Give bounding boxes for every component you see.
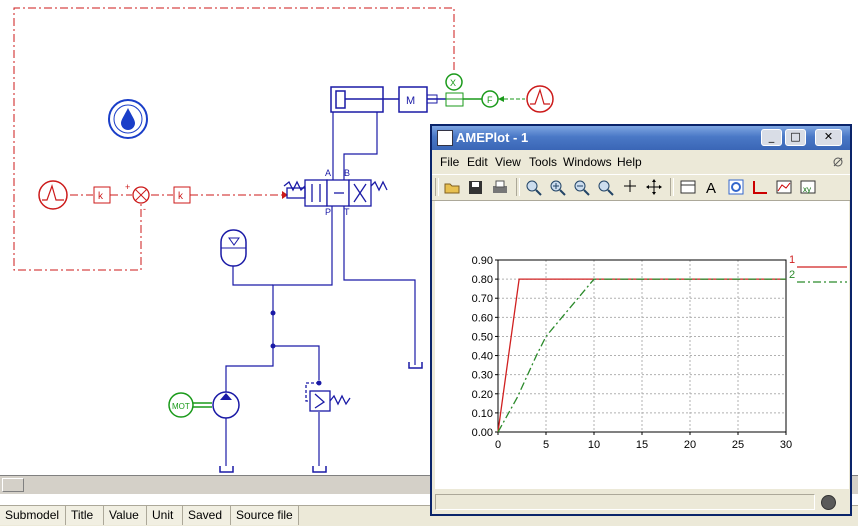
y-tick-label: 0.90 [472,255,493,267]
close-button[interactable]: ✕ [815,129,842,146]
col-submodel[interactable]: Submodel [0,506,66,525]
plot-statusbar [435,492,849,512]
window-title: AMEPlot - 1 [456,130,529,145]
y-tick-label: 0.30 [472,370,493,382]
motor-source[interactable]: MOT [168,392,194,418]
zoom-box-icon[interactable] [596,178,616,196]
accumulator[interactable] [220,229,247,267]
pin-icon[interactable] [832,156,844,168]
force-source[interactable]: F [481,90,499,108]
pan-icon[interactable] [644,178,664,196]
x-tick-label: 0 [495,439,501,451]
maximize-button[interactable]: □ [785,129,806,146]
y-tick-label: 0.80 [472,274,493,286]
col-source-file[interactable]: Source file [231,506,299,525]
legend-label-1: 1 [789,254,795,266]
y-tick-label: 0.00 [472,427,493,439]
y-tick-label: 0.40 [472,351,493,363]
summing-junction[interactable]: + - [125,182,150,214]
svg-text:M: M [406,95,415,107]
svg-text:MOT: MOT [172,402,190,411]
zoom-in-icon[interactable] [548,178,568,196]
crosshair-icon[interactable] [620,178,640,196]
hydraulic-cylinder[interactable] [330,86,399,113]
col-value[interactable]: Value [104,506,147,525]
axis-icon[interactable] [750,178,770,196]
zoom-out-icon[interactable] [572,178,592,196]
port-b-label: B [344,168,350,178]
y-tick-label: 0.50 [472,331,493,343]
x-tick-label: 10 [588,439,600,451]
tank-1[interactable] [219,466,234,473]
port-a-label: A [325,168,331,178]
svg-text:X: X [450,78,456,88]
menu-windows[interactable]: Windows [563,155,612,169]
displacement-sensor[interactable]: X [445,73,464,107]
zoom-fit-icon[interactable] [524,178,544,196]
menu-tools[interactable]: Tools [529,155,557,169]
y-tick-label: 0.70 [472,293,493,305]
signal-source-right[interactable] [526,85,554,113]
menu-view[interactable]: View [495,155,521,169]
col-saved[interactable]: Saved [183,506,231,525]
signal-source-left[interactable] [38,180,68,210]
x-tick-label: 30 [780,439,792,451]
svg-text:+: + [125,182,130,192]
minimize-button[interactable]: _ [761,129,782,146]
save-icon[interactable] [466,178,486,196]
port-t-label: T [344,207,350,217]
svg-text:F: F [487,95,493,105]
svg-text:A: A [706,180,716,196]
xy-icon[interactable]: xy [798,178,818,196]
y-tick-label: 0.20 [472,389,493,401]
menu-edit[interactable]: Edit [467,155,488,169]
refresh-icon[interactable] [726,178,746,196]
relief-valve[interactable] [305,382,351,412]
ameplot-app-icon [437,130,453,146]
x-tick-label: 15 [636,439,648,451]
print-icon[interactable] [490,178,510,196]
svg-text:xy: xy [803,185,811,194]
svg-text:-: - [143,204,146,214]
menu-help[interactable]: Help [617,155,642,169]
col-unit[interactable]: Unit [147,506,183,525]
ameplot-window[interactable]: AMEPlot - 1 _ □ ✕ File Edit View Tools W… [430,124,852,516]
layout-icon[interactable] [678,178,698,196]
x-tick-label: 20 [684,439,696,451]
y-tick-label: 0.10 [472,408,493,420]
mass-block[interactable]: M [398,86,428,113]
x-tick-label: 25 [732,439,744,451]
hydraulic-pump[interactable] [212,391,240,419]
plot-toolbar: A xy [432,174,850,201]
gain-block-2[interactable]: k [173,186,191,204]
menu-file[interactable]: File [440,155,459,169]
legend-label-2: 2 [789,269,795,281]
line-chart[interactable]: 0.00 0.10 0.20 0.30 0.40 0.50 0.60 0.70 0.80 0.90… [435,201,849,489]
scroll-thumb[interactable] [2,478,24,492]
legend-icon[interactable] [774,178,794,196]
plot-area[interactable]: 0.00 0.10 0.20 0.30 0.40 0.50 0.60 0.70 0.80 0.90… [435,201,849,489]
fluid-properties-icon[interactable] [108,99,148,139]
y-tick-label: 0.60 [472,312,493,324]
open-icon[interactable] [442,178,462,196]
status-field [435,494,815,510]
x-tick-label: 5 [543,439,549,451]
status-indicator [821,495,836,510]
menu-bar: File Edit View Tools Windows Help [432,152,850,172]
port-p-label: P [325,207,331,217]
ameplot-titlebar[interactable]: AMEPlot - 1 _ □ ✕ [432,126,850,150]
col-title[interactable]: Title [66,506,104,525]
text-icon[interactable]: A [702,178,722,196]
gain-block-1[interactable]: k [93,186,111,204]
tank-2[interactable] [312,466,327,473]
directional-valve[interactable] [283,179,388,207]
